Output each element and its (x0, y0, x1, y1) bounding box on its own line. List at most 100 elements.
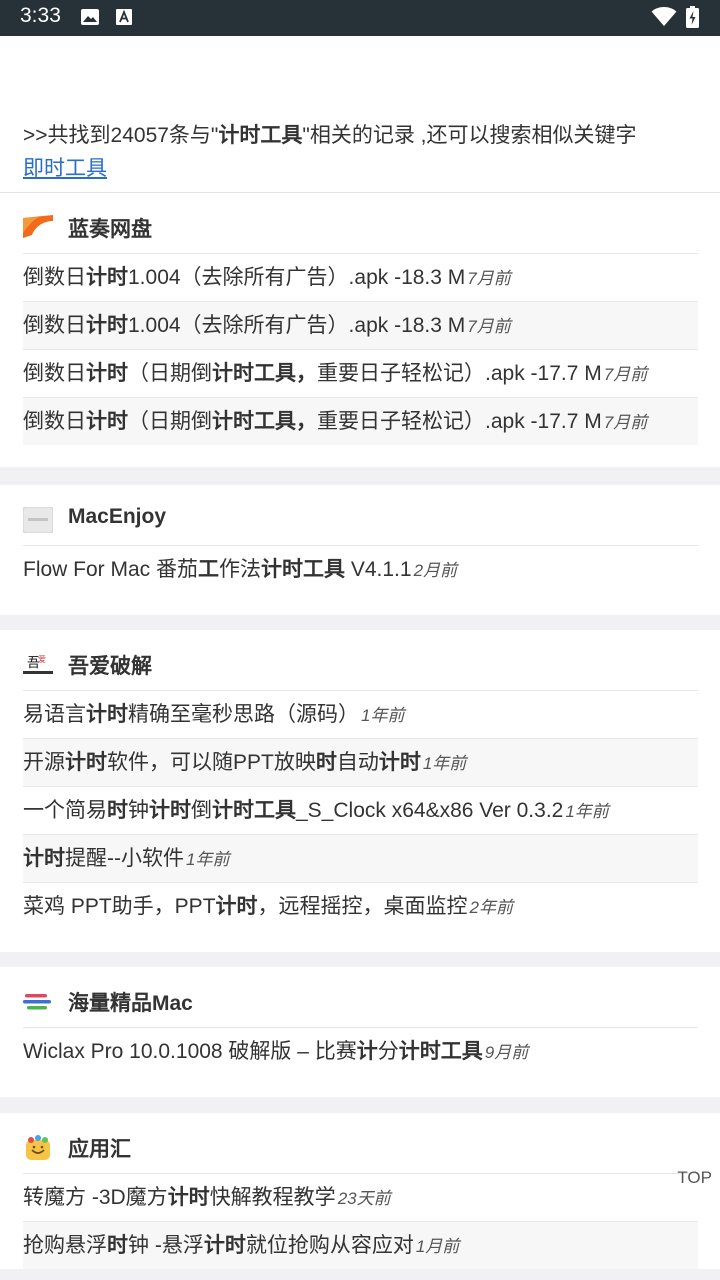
result-text: 钟 (128, 799, 149, 822)
highlight-text: 计时工具 (398, 1040, 483, 1063)
result-row[interactable]: 倒数日计时1.004（去除所有广告）.apk -18.3 M 7月前 (23, 253, 698, 301)
result-text: 自动 (336, 751, 379, 774)
summary-prefix: >>共找到24057条与" (23, 124, 219, 147)
source-name: 蓝奏网盘 (68, 218, 152, 241)
result-time: 7月前 (467, 269, 511, 288)
highlight-text: 计时工具 (212, 410, 296, 433)
result-time: 1年前 (422, 754, 467, 773)
result-row[interactable]: 易语言计时精确至毫秒思路（源码） 1年前 (23, 690, 698, 738)
highlight-text: 计时 (86, 703, 128, 726)
source-name: 海量精品Mac (68, 992, 193, 1015)
highlight-text: 计时 (23, 847, 65, 870)
battery-charging-icon (686, 6, 699, 28)
result-row[interactable]: 倒数日计时（日期倒计时工具，重要日子轻松记）.apk -17.7 M 7月前 (23, 397, 698, 445)
result-text: 菜鸡 PPT助手，PPT (23, 895, 216, 918)
result-text: 快解教程教学 (209, 1186, 336, 1209)
result-time: 1年前 (186, 850, 230, 869)
highlight-text: 计时工具 (212, 362, 296, 385)
result-time: 9月前 (484, 1043, 529, 1062)
highlight-text: 时 (107, 1234, 128, 1257)
hailiang-logo-icon (23, 989, 53, 1015)
summary-keyword: 计时工具 (218, 124, 303, 147)
result-text: （日期倒 (128, 362, 212, 385)
image-notification-icon (81, 9, 99, 25)
source-header[interactable]: MacEnjoy (0, 485, 720, 545)
result-time: 1月前 (415, 1237, 460, 1256)
result-text: 1.004（去除所有广告）.apk -18.3 M (128, 314, 466, 337)
result-text: 就位抢购从容应对 (245, 1234, 414, 1257)
result-row[interactable]: 一个简易时钟计时倒计时工具_S_Clock x64&x86 Ver 0.3.2 1… (23, 786, 698, 834)
highlight-text: 计时工具 (212, 799, 296, 822)
source-name: 应用汇 (68, 1138, 131, 1161)
result-text: Flow For Mac 番茄 (23, 558, 199, 581)
highlight-text: 时 (315, 751, 337, 774)
result-row[interactable]: 倒数日计时1.004（去除所有广告）.apk -18.3 M 7月前 (23, 301, 698, 349)
result-text: 分 (377, 1040, 399, 1063)
result-time: 1年前 (361, 706, 405, 725)
wifi-icon (651, 7, 677, 26)
highlight-text: 计时 (86, 266, 128, 289)
highlight-text: 计时工具 (261, 558, 346, 581)
result-text: 开源 (23, 751, 65, 774)
result-text: _S_Clock x64&x86 Ver 0.3.2 (296, 799, 564, 822)
result-row[interactable]: 菜鸡 PPT助手，PPT计时，远程摇控，桌面监控 2年前 (23, 882, 698, 930)
back-to-top-button[interactable]: TOP (677, 1168, 712, 1188)
highlight-text: 工 (198, 558, 220, 581)
result-time: 1年前 (565, 802, 609, 821)
result-row[interactable]: 开源计时软件，可以随PPT放映时自动计时 1年前 (23, 738, 698, 786)
status-time: 3:33 (20, 4, 61, 27)
highlight-text: 计时 (203, 1234, 246, 1257)
result-text: ，远程摇控，桌面监控 (257, 895, 468, 918)
highlight-text: 计时 (378, 751, 421, 774)
search-summary: >>共找到24057条与"计时工具"相关的记录 ,还可以搜索相似关键字 即时工具 (23, 119, 713, 185)
source-header[interactable]: 海量精品Mac (0, 967, 720, 1027)
highlight-text: ， (296, 410, 317, 433)
related-keyword-link[interactable]: 即时工具 (23, 157, 107, 180)
result-text: Wiclax Pro 10.0.1008 破解版 – 比赛 (23, 1040, 357, 1063)
result-row[interactable]: Flow For Mac 番茄工作法计时工具 V4.1.1 2月前 (23, 545, 698, 593)
result-text: 一个简易 (23, 799, 107, 822)
result-text: 倒数日 (23, 266, 86, 289)
result-text: 重要日子轻松记）.apk -17.7 M (317, 362, 602, 385)
source-header[interactable]: 应用汇 (0, 1113, 720, 1173)
result-text: 倒数日 (23, 362, 86, 385)
search-summary-bar: >>共找到24057条与"计时工具"相关的记录 ,还可以搜索相似关键字 即时工具 (0, 36, 720, 193)
highlight-text: 计时 (149, 799, 191, 822)
highlight-text: 计时 (215, 895, 258, 918)
highlight-text: 计时 (167, 1186, 210, 1209)
source-header[interactable]: 蓝奏网盘 (0, 193, 720, 253)
result-text: 倒数日 (23, 314, 86, 337)
highlight-text: 计时 (65, 751, 107, 774)
source-card: 吾爱吾爱破解 易语言计时精确至毫秒思路（源码） 1年前 开源计时软件，可以随PPT放映… (0, 630, 720, 952)
result-row[interactable]: Wiclax Pro 10.0.1008 破解版 – 比赛计分计时工具 9月前 (23, 1027, 698, 1075)
result-row[interactable]: 倒数日计时（日期倒计时工具，重要日子轻松记）.apk -17.7 M 7月前 (23, 349, 698, 397)
result-text: 转魔方 -3D魔方 (23, 1186, 168, 1209)
result-row[interactable]: 计时提醒--小软件 1年前 (23, 834, 698, 882)
result-text: 提醒--小软件 (65, 847, 184, 870)
result-time: 2月前 (413, 561, 458, 580)
source-card: 蓝奏网盘 倒数日计时1.004（去除所有广告）.apk -18.3 M 7月前 倒数日… (0, 193, 720, 467)
result-text: V4.1.1 (345, 558, 412, 581)
highlight-text: 时 (107, 799, 128, 822)
highlight-text: 计 (356, 1040, 378, 1063)
result-text: 易语言 (23, 703, 86, 726)
highlight-text: ， (296, 362, 317, 385)
yingyonghui-logo-icon (23, 1135, 53, 1161)
svg-text:爱: 爱 (38, 655, 46, 664)
result-row[interactable]: 转魔方 -3D魔方计时快解教程教学 23天前 (23, 1173, 698, 1221)
result-text: 作法 (219, 558, 262, 581)
source-name: 吾爱破解 (68, 655, 152, 678)
result-time: 7月前 (603, 365, 648, 384)
result-text: 1.004（去除所有广告）.apk -18.3 M (128, 266, 466, 289)
source-card: MacEnjoy Flow For Mac 番茄工作法计时工具 V4.1.1 2月前 (0, 485, 720, 615)
result-time: 2年前 (469, 898, 513, 917)
status-bar: 3:33 (0, 0, 720, 36)
result-text: 钟 -悬浮 (128, 1234, 204, 1257)
macenjoy-logo-icon (22, 506, 54, 534)
result-text: 抢购悬浮 (23, 1234, 107, 1257)
source-header[interactable]: 吾爱吾爱破解 (0, 630, 720, 690)
result-row[interactable]: 抢购悬浮时钟 -悬浮计时就位抢购从容应对 1月前 (23, 1221, 698, 1269)
text-a-notification-icon (116, 9, 132, 25)
result-text: 倒 (191, 799, 212, 822)
summary-suffix: "相关的记录 ,还可以搜索相似关键字 (302, 124, 637, 147)
